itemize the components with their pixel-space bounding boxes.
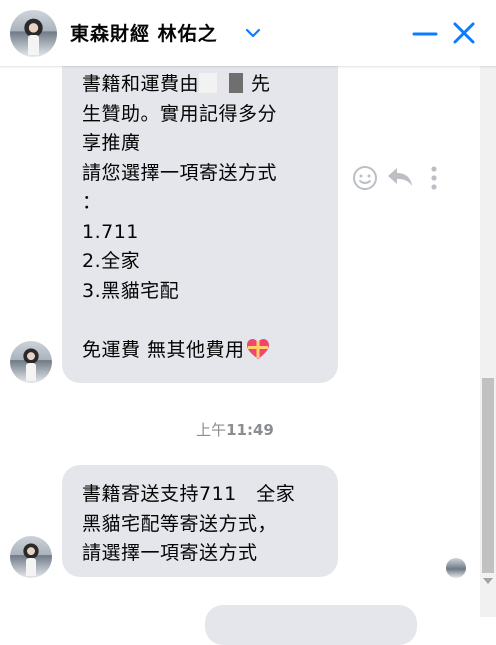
message-line: 書籍和運費由 先 — [82, 70, 338, 100]
message-line: 請選擇一項寄送方式 — [82, 542, 258, 564]
message-line: 書籍寄送支持711 全家 — [82, 483, 296, 505]
message-bubble[interactable]: 書籍和運費由 先 生贊助。實用記得多分 享推廣 請您選擇一項寄送方式 ： 1.71… — [62, 40, 338, 383]
message-bubble[interactable]: 書籍寄送支持711 全家 黑貓宅配等寄送方式， 請選擇一項寄送方式 — [62, 465, 338, 577]
message-line: 3.黑貓宅配 — [82, 279, 180, 302]
close-icon[interactable] — [452, 21, 476, 49]
message-line: 請您選擇一項寄送方式 — [82, 161, 278, 184]
message-line: 享推廣 — [82, 132, 141, 154]
redacted-name — [199, 73, 252, 93]
message-line: 黑貓宅配等寄送方式， — [82, 512, 278, 535]
message-line: ： — [82, 191, 102, 213]
message-line: 免運費 無其他費用 — [82, 336, 338, 370]
timestamp-time: 11:49 — [226, 421, 274, 439]
message-line: 1.711 — [82, 220, 139, 243]
reply-icon[interactable] — [386, 165, 414, 193]
message-text: 書籍和運費由 — [82, 73, 200, 95]
message-bubble-partial[interactable] — [205, 605, 417, 645]
heart-gift-icon — [246, 338, 270, 370]
contact-name[interactable]: 東森財經 林佑之 — [70, 19, 218, 46]
scroll-down-arrow-icon[interactable] — [483, 578, 493, 584]
minimize-icon[interactable] — [412, 26, 438, 45]
contact-avatar[interactable] — [10, 10, 57, 57]
more-options-icon[interactable] — [428, 165, 440, 195]
seen-indicator-avatar — [446, 558, 466, 578]
message-line: 2.全家 — [82, 250, 141, 272]
chevron-down-icon[interactable] — [245, 24, 261, 43]
message-line: 生贊助。實用記得多分 — [82, 102, 278, 125]
sender-avatar[interactable] — [10, 341, 52, 383]
message-text: 免運費 無其他費用 — [82, 338, 245, 361]
react-emoji-icon[interactable] — [352, 165, 378, 195]
sender-avatar[interactable] — [10, 536, 52, 578]
scrollbar-thumb[interactable] — [482, 378, 494, 573]
chat-header: 東森財經 林佑之 — [0, 0, 496, 66]
timestamp-period: 上午 — [196, 421, 227, 439]
message-timestamp: 上午11:49 — [0, 419, 470, 440]
message-text: 先 — [251, 73, 271, 95]
